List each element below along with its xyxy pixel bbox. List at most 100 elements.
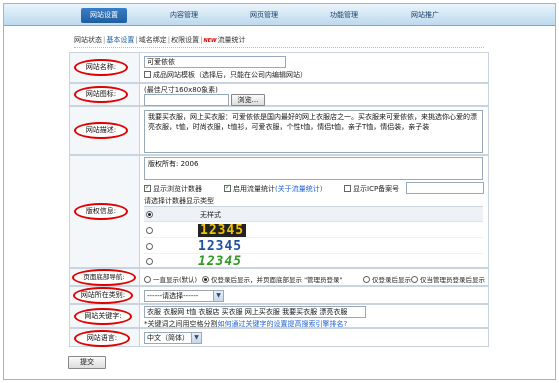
language-label: 网站语言: (74, 330, 130, 347)
copyright-label: 版权信息: (74, 203, 128, 220)
row-keywords: 网站关键字: 衣服 衣服网 t恤 衣服店 买衣服 网上买衣服 我要买衣服 漂亮衣… (69, 304, 489, 328)
row-label-cell: 网站图标: (70, 84, 140, 105)
subnav-item-domain-binding[interactable]: 域名绑定 (139, 36, 167, 44)
footer-nav-option: 仅登录后显示 (363, 274, 411, 284)
counter-style-table: 无样式 12345 12345 12345 (144, 206, 483, 268)
footer-nav-label: 页面底部导航: (72, 269, 136, 286)
row-category: 网站所在类别: ------请选择------ ▼ (69, 286, 489, 304)
subnav-item-site-status[interactable]: 网站状态 (74, 36, 102, 44)
tab-content-management[interactable]: 内容管理 (161, 8, 207, 23)
counter-style-sample-blue: 12345 (198, 239, 243, 254)
footer-nav-option-label: 仅登录后显示，并页面底部显示 "管理员登录" (211, 276, 343, 284)
language-select[interactable]: 中文（简体） ▼ (144, 332, 202, 344)
site-description-textarea[interactable]: 我要买衣服，网上买衣服：可爱依依是国内最好的网上衣服店之一。买衣服来可爱依依，来… (144, 110, 483, 153)
subnav-separator: | (167, 36, 171, 44)
counter-style-option: 无样式 (144, 207, 483, 222)
category-select[interactable]: ------请选择------ ▼ (144, 290, 224, 302)
counter-style-radio[interactable] (146, 243, 153, 250)
row-footer-nav: 页面底部导航: 一直显示(默认) 仅登录后显示，并页面底部显示 "管理员登录" … (69, 268, 489, 286)
counter-style-option: 12345 (144, 255, 483, 269)
keywords-hint: *关键词之间用空格分割 (144, 320, 218, 328)
copyright-textarea[interactable]: 版权所有: 2006 (144, 157, 483, 180)
row-value-cell: 可爱依依 成品网站模板（选择后，只能在公司内编辑网站） (144, 53, 484, 82)
show-counter-label: 显示浏览计数器 (153, 185, 202, 193)
language-select-value: 中文（简体） (147, 334, 189, 342)
counter-style-radio[interactable] (146, 258, 153, 265)
show-icp-label: 显示ICP备案号 (353, 185, 400, 193)
template-option: 成品网站模板（选择后，只能在公司内编辑网站） (144, 70, 307, 80)
row-language: 网站语言: 中文（简体） ▼ (69, 328, 489, 347)
row-value-cell: ------请选择------ ▼ (144, 287, 484, 303)
subnav-item-basic-settings[interactable]: 基本设置 (106, 36, 134, 44)
row-site-icon: 网站图标: (最佳尺寸160x80象素) 浏览... (69, 83, 489, 106)
site-name-label: 网站名称: (74, 59, 128, 76)
counter-style-title: 请选择计数器显示类型 (144, 197, 214, 205)
enable-stats-option: 启用流量统计(关于流量统计) (224, 183, 322, 194)
tab-function-management[interactable]: 功能管理 (321, 8, 367, 23)
subnav-separator: | (103, 36, 106, 44)
enable-stats-checkbox[interactable] (224, 183, 231, 192)
counter-style-sample-gold: 12345 (198, 223, 247, 238)
sub-nav: 网站状态|基本设置|域名绑定|权限设置|NEW流量统计 (74, 34, 246, 46)
submit-button[interactable]: 提交 (68, 356, 106, 369)
counter-style-radio[interactable] (146, 227, 153, 234)
tab-page-management[interactable]: 网页管理 (241, 8, 287, 23)
category-select-value: ------请选择------ (147, 292, 199, 300)
show-icp-option: 显示ICP备案号 (344, 184, 399, 194)
row-copyright: 版权信息: 版权所有: 2006 显示浏览计数器 启用流量统计(关于流量统计) … (69, 155, 489, 268)
subnav-item-traffic-stats[interactable]: 流量统计 (218, 36, 246, 44)
counter-style-radio[interactable] (146, 211, 153, 218)
row-value-cell: 衣服 衣服网 t恤 衣服店 买衣服 网上买衣服 我要买衣服 漂亮衣服 *关键词之… (144, 305, 488, 328)
row-value-cell: 版权所有: 2006 显示浏览计数器 启用流量统计(关于流量统计) 显示ICP备… (144, 156, 484, 268)
subnav-divider (74, 47, 484, 48)
row-label-cell: 版权信息: (70, 156, 140, 267)
new-badge: NEW (203, 38, 217, 44)
footer-nav-radio[interactable] (411, 276, 418, 283)
footer-nav-option-label: 仅当管理员登录后显示 (420, 276, 485, 284)
show-icp-checkbox[interactable] (344, 185, 351, 192)
template-checkbox-label: 成品网站模板（选择后，只能在公司内编辑网站） (153, 71, 307, 79)
site-description-label: 网站描述: (74, 122, 128, 139)
footer-nav-option-label: 仅登录后显示 (372, 276, 411, 284)
row-value-cell: 一直显示(默认) 仅登录后显示，并页面底部显示 "管理员登录" 仅登录后显示 仅… (144, 269, 488, 285)
show-counter-option: 显示浏览计数器 (144, 183, 202, 194)
row-label-cell: 网站所在类别: (70, 287, 140, 304)
row-value-cell: 中文（简体） ▼ (144, 329, 484, 346)
row-site-name: 网站名称: 可爱依依 成品网站模板（选择后，只能在公司内编辑网站） (69, 52, 489, 83)
tab-site-settings[interactable]: 网站设置 (81, 8, 127, 23)
row-label-cell: 网站描述: (70, 107, 140, 154)
counter-style-none: 无样式 (200, 211, 221, 219)
footer-nav-radio[interactable] (144, 276, 151, 283)
keywords-input[interactable]: 衣服 衣服网 t恤 衣服店 买衣服 网上买衣服 我要买衣服 漂亮衣服 (144, 306, 366, 318)
counter-style-option: 12345 (144, 239, 483, 254)
footer-nav-option: 仅当管理员登录后显示 (411, 274, 485, 284)
enable-stats-label: 启用流量统计 (233, 185, 275, 193)
subnav-item-permissions[interactable]: 权限设置 (171, 36, 199, 44)
stats-help-link[interactable]: (关于流量统计) (275, 185, 322, 193)
keywords-help-link[interactable]: 如何通过关键字的设置提高搜索引擎排名? (218, 320, 348, 328)
chevron-down-icon: ▼ (213, 291, 223, 301)
row-label-cell: 网站语言: (70, 329, 140, 347)
subnav-separator: | (135, 36, 138, 44)
icon-file-input[interactable] (144, 94, 229, 106)
site-name-input[interactable]: 可爱依依 (144, 56, 286, 68)
category-label: 网站所在类别: (73, 287, 133, 304)
site-icon-label: 网站图标: (74, 86, 128, 103)
footer-nav-radio[interactable] (363, 276, 370, 283)
footer-nav-radio[interactable] (202, 276, 209, 283)
row-label-cell: 网站名称: (70, 53, 140, 82)
top-nav-bar: 网站设置 内容管理 网页管理 功能管理 网站推广 (4, 4, 555, 26)
footer-nav-option-label: 一直显示(默认) (153, 276, 198, 284)
footer-nav-option: 一直显示(默认) (144, 274, 197, 284)
counter-style-sample-green: 12345 (198, 254, 243, 269)
icp-number-input[interactable] (406, 182, 484, 194)
tab-site-promotion[interactable]: 网站推广 (402, 8, 448, 23)
template-checkbox[interactable] (144, 71, 151, 78)
row-value-cell: 我要买衣服，网上买衣服：可爱依依是国内最好的网上衣服店之一。买衣服来可爱依依，来… (144, 107, 484, 154)
row-site-description: 网站描述: 我要买衣服，网上买衣服：可爱依依是国内最好的网上衣服店之一。买衣服来… (69, 106, 489, 155)
counter-style-option: 12345 (144, 223, 483, 238)
show-counter-checkbox[interactable] (144, 183, 151, 192)
row-label-cell: 网站关键字: (70, 305, 140, 327)
browse-button[interactable]: 浏览... (231, 94, 265, 106)
footer-nav-option: 仅登录后显示，并页面底部显示 "管理员登录" (202, 274, 343, 284)
